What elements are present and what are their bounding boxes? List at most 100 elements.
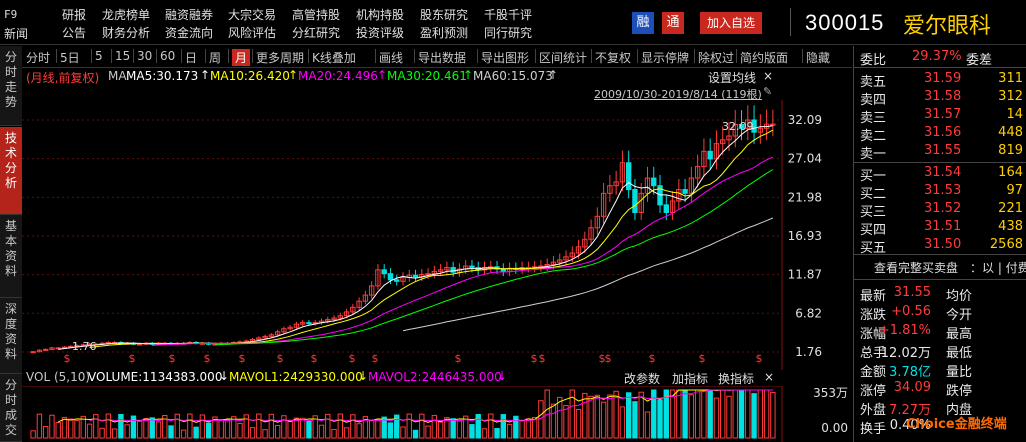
dividend-marker[interactable]: $ bbox=[239, 352, 246, 365]
volume-bar[interactable] bbox=[187, 413, 193, 439]
pin-icon[interactable]: ✎ bbox=[763, 85, 772, 98]
volume-bar[interactable] bbox=[600, 401, 607, 439]
volume-chart[interactable]: 353万 0.00 bbox=[22, 386, 852, 442]
candle-body[interactable] bbox=[707, 150, 713, 160]
volume-bar[interactable] bbox=[506, 423, 513, 439]
menu-news[interactable]: 新闻 bbox=[4, 25, 28, 42]
volume-bar[interactable] bbox=[199, 414, 206, 439]
menu-item[interactable]: 研报 bbox=[62, 6, 86, 23]
menu-item[interactable]: 机构持股 bbox=[356, 6, 404, 23]
menu-item[interactable]: 高管持股 bbox=[292, 6, 340, 23]
volume-bar[interactable] bbox=[193, 426, 199, 439]
volume-bar[interactable] bbox=[682, 389, 688, 439]
volume-bar[interactable] bbox=[745, 389, 751, 439]
volume-bar[interactable] bbox=[519, 420, 525, 439]
toolbar-item[interactable]: 简约版面 bbox=[740, 49, 788, 66]
volume-bar[interactable] bbox=[237, 423, 243, 439]
menu-item[interactable]: 投资评级 bbox=[356, 24, 404, 41]
volume-bar[interactable] bbox=[318, 424, 325, 439]
volume-bar[interactable] bbox=[713, 397, 720, 439]
toolbar-item[interactable]: 导出图形 bbox=[481, 49, 529, 66]
volume-bar[interactable] bbox=[343, 427, 350, 439]
dividend-marker[interactable]: $ bbox=[539, 352, 546, 365]
toolbar-item[interactable]: 周 bbox=[209, 49, 221, 66]
toolbar-item[interactable]: 导出数据 bbox=[418, 49, 466, 66]
volume-bar[interactable] bbox=[632, 401, 638, 439]
volume-bar[interactable] bbox=[368, 419, 375, 439]
volume-bar[interactable] bbox=[262, 429, 268, 439]
volume-bar[interactable] bbox=[557, 396, 563, 439]
menu-item[interactable]: 风险评估 bbox=[228, 24, 276, 41]
volume-bar[interactable] bbox=[42, 426, 49, 439]
dividend-marker[interactable]: $ bbox=[129, 352, 136, 365]
volume-bar[interactable] bbox=[331, 428, 337, 439]
left-tab[interactable]: 技术分析 bbox=[0, 127, 22, 215]
ma-settings-button[interactable]: 设置均线 bbox=[708, 69, 756, 86]
volume-bar[interactable] bbox=[293, 417, 300, 439]
candle-body[interactable] bbox=[651, 177, 657, 187]
toolbar-item[interactable]: 30 bbox=[137, 49, 152, 63]
volume-bar[interactable] bbox=[49, 414, 55, 439]
volume-bar[interactable] bbox=[732, 389, 738, 439]
left-tab[interactable]: 分时成交 bbox=[0, 374, 22, 442]
candle-body[interactable] bbox=[42, 348, 49, 351]
dividend-marker[interactable]: $ bbox=[699, 352, 706, 365]
f9-label[interactable]: F9 bbox=[4, 8, 17, 21]
volume-bar[interactable] bbox=[268, 413, 275, 439]
toolbar-item[interactable]: 显示停牌 bbox=[641, 49, 689, 66]
volume-bar[interactable] bbox=[337, 413, 344, 439]
volume-bar[interactable] bbox=[387, 422, 394, 439]
left-tab[interactable]: 基本资料 bbox=[0, 215, 22, 298]
menu-item[interactable]: 财务分析 bbox=[102, 24, 150, 41]
volume-bar[interactable] bbox=[99, 427, 105, 439]
toolbar-item[interactable]: 隐藏 bbox=[806, 49, 830, 66]
candle-body[interactable] bbox=[632, 189, 638, 213]
volume-bar[interactable] bbox=[563, 404, 569, 439]
volume-bar[interactable] bbox=[36, 413, 43, 439]
menu-item[interactable]: 股东研究 bbox=[420, 6, 468, 23]
volume-bar[interactable] bbox=[124, 424, 130, 439]
ask-row[interactable]: 卖三 31.57 14 bbox=[854, 106, 1026, 126]
volume-bar[interactable] bbox=[456, 420, 463, 439]
volume-bar[interactable] bbox=[30, 430, 36, 439]
candle-body[interactable] bbox=[663, 204, 669, 213]
ask-row[interactable]: 卖二 31.56 448 bbox=[854, 124, 1026, 144]
volume-bar[interactable] bbox=[726, 395, 732, 439]
tong-button[interactable]: 通 bbox=[662, 12, 684, 34]
toolbar-item[interactable]: 5 bbox=[95, 49, 103, 63]
dividend-marker[interactable]: $ bbox=[169, 352, 176, 365]
dividend-marker[interactable]: $ bbox=[756, 352, 763, 365]
volume-bar[interactable] bbox=[525, 418, 532, 439]
volume-bar[interactable] bbox=[168, 425, 174, 439]
volume-bar[interactable] bbox=[688, 394, 695, 439]
volume-bar[interactable] bbox=[757, 389, 764, 439]
volume-bar[interactable] bbox=[488, 413, 494, 439]
candle-body[interactable] bbox=[625, 162, 632, 191]
volume-bar[interactable] bbox=[644, 411, 651, 439]
menu-item[interactable]: 龙虎榜单 bbox=[102, 6, 150, 23]
margin-trade-button[interactable]: 融 bbox=[632, 12, 654, 34]
volume-bar[interactable] bbox=[118, 413, 124, 439]
volume-bar[interactable] bbox=[375, 418, 381, 439]
volume-bar[interactable] bbox=[425, 425, 431, 439]
volume-bar[interactable] bbox=[256, 413, 262, 439]
volume-bar[interactable] bbox=[105, 413, 112, 439]
volume-bar[interactable] bbox=[607, 394, 613, 439]
volume-bar[interactable] bbox=[720, 389, 726, 439]
candle-body[interactable] bbox=[394, 279, 400, 282]
candle-body[interactable] bbox=[500, 268, 506, 272]
toolbar-item[interactable]: 15 bbox=[115, 49, 130, 63]
menu-item[interactable]: 盈利预测 bbox=[420, 24, 468, 41]
volume-bar[interactable] bbox=[694, 389, 701, 439]
volume-bar[interactable] bbox=[669, 389, 676, 439]
volume-bar[interactable] bbox=[137, 420, 143, 439]
volume-bar[interactable] bbox=[657, 399, 663, 439]
volume-bar[interactable] bbox=[155, 421, 162, 439]
bid-row[interactable]: 买二 31.53 97 bbox=[854, 182, 1026, 202]
volume-bar[interactable] bbox=[350, 414, 356, 439]
candle-body[interactable] bbox=[381, 269, 387, 275]
candle-body[interactable] bbox=[425, 273, 431, 276]
add-indicator-button[interactable]: 加指标 bbox=[672, 370, 708, 387]
toolbar-item[interactable]: 分时 bbox=[26, 49, 50, 66]
candle-body[interactable] bbox=[387, 273, 394, 281]
